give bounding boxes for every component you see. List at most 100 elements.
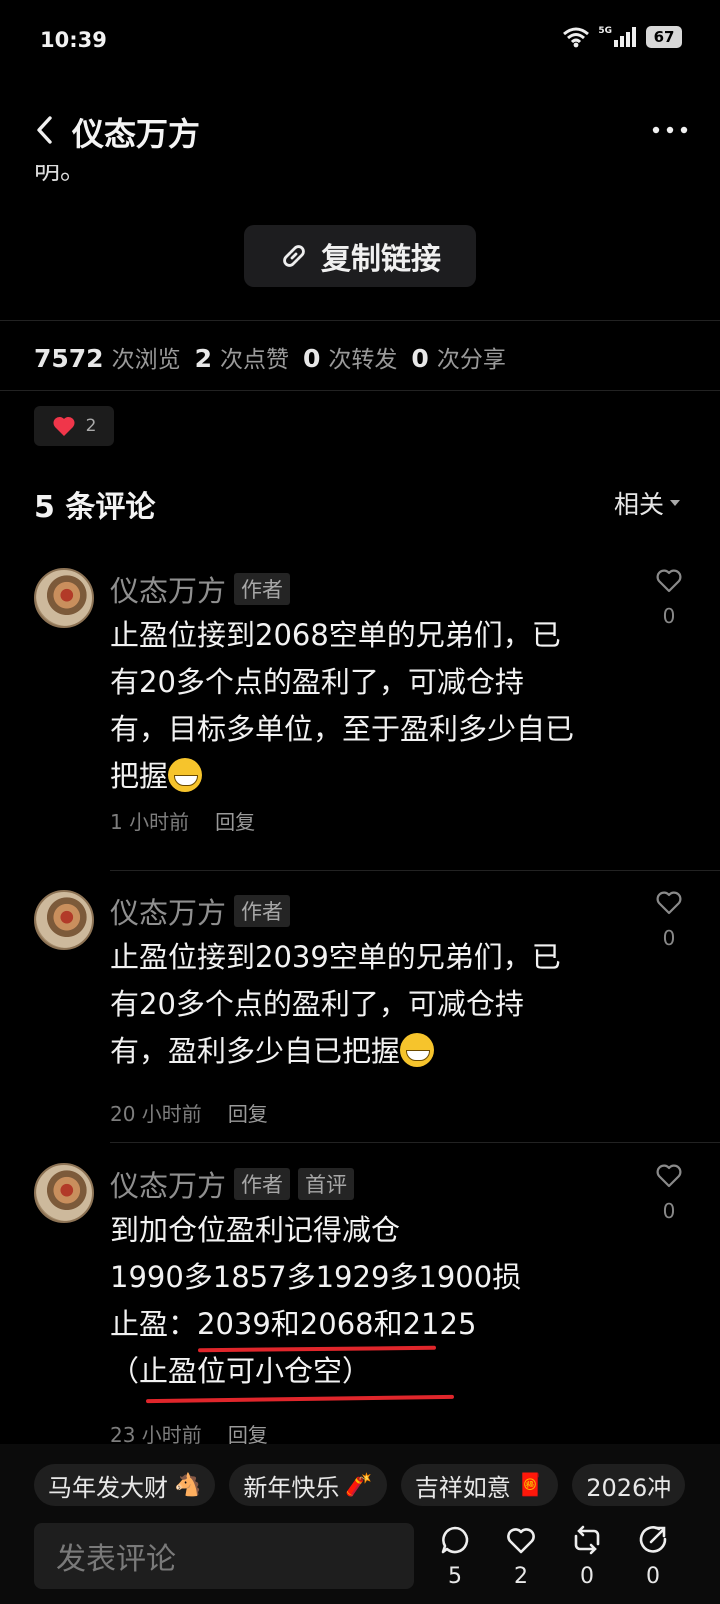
avatar[interactable] bbox=[34, 890, 94, 950]
red-envelope-icon: 🧧 bbox=[516, 1472, 545, 1498]
share-action-count: 0 bbox=[646, 1564, 660, 1589]
like-action-button[interactable]: 2 bbox=[496, 1524, 546, 1589]
quick-reply-chip[interactable]: 吉祥如意 🧧 bbox=[400, 1464, 559, 1506]
comment-like-count: 0 bbox=[662, 604, 676, 628]
more-options-icon[interactable] bbox=[650, 115, 690, 145]
post-stats: 7572 次浏览 2 次点赞 0 次转发 0 次分享 bbox=[34, 340, 520, 374]
share-icon bbox=[639, 1526, 667, 1553]
status-time: 10:39 bbox=[40, 28, 107, 52]
heart-outline-icon bbox=[656, 891, 682, 915]
comment-text: 止盈位接到2039空单的兄弟们，已 有20多个点的盈利了，可减仓持 有，盈利多少… bbox=[110, 934, 630, 1075]
grin-emoji-icon bbox=[400, 1033, 435, 1067]
comment-line: 1990多1857多1929多1900损 bbox=[110, 1260, 522, 1294]
comment-meta: 1 小时前 回复 bbox=[110, 806, 255, 835]
comment-author[interactable]: 仪态万方 bbox=[110, 890, 226, 932]
quick-reply-chip[interactable]: 马年发大财 🐴 bbox=[34, 1464, 216, 1506]
comment-line: （止盈位可小仓空） bbox=[110, 1354, 372, 1388]
chip-label: 吉祥如意 bbox=[414, 1473, 511, 1502]
comment-icon bbox=[441, 1526, 469, 1554]
shares-label: 次分享 bbox=[436, 347, 506, 373]
repost-action-button[interactable]: 0 bbox=[562, 1524, 612, 1589]
avatar[interactable] bbox=[34, 568, 94, 628]
comment-author[interactable]: 仪态万方 bbox=[110, 568, 226, 610]
likes-count: 2 bbox=[194, 344, 212, 373]
reply-button[interactable]: 回复 bbox=[228, 1098, 268, 1127]
battery-icon: 67 bbox=[646, 26, 682, 48]
bottom-comment-bar: 马年发大财 🐴 新年快乐 🧨 吉祥如意 🧧 2026冲 发表评论 5 2 0 0 bbox=[0, 1444, 720, 1604]
first-comment-tag: 首评 bbox=[298, 1168, 355, 1200]
comment-like-button[interactable]: 0 bbox=[654, 1163, 684, 1223]
comment-time: 20 小时前 bbox=[110, 1102, 202, 1126]
reposts-label: 次转发 bbox=[328, 347, 398, 373]
quick-reply-chip[interactable]: 新年快乐 🧨 bbox=[229, 1464, 387, 1506]
author-tag: 作者 bbox=[234, 895, 291, 927]
reply-button[interactable]: 回复 bbox=[215, 806, 255, 835]
comment-input[interactable]: 发表评论 bbox=[34, 1523, 414, 1589]
comment-text: 止盈位接到2068空单的兄弟们，已 有20多个点的盈利了，可减仓持 有，目标多单… bbox=[110, 612, 630, 800]
comment-author[interactable]: 仪态万方 bbox=[110, 1163, 226, 1205]
comment-line: 有，盈利多少自已把握 bbox=[110, 1028, 630, 1075]
comment-like-button[interactable]: 0 bbox=[654, 890, 684, 950]
repost-action-count: 0 bbox=[580, 1564, 594, 1589]
divider bbox=[110, 1142, 720, 1143]
heart-icon bbox=[507, 1528, 535, 1554]
copy-link-button[interactable]: 复制链接 bbox=[244, 225, 476, 287]
repost-icon bbox=[574, 1525, 600, 1555]
comment-line: 止盈位接到2039空单的兄弟们，已 bbox=[110, 940, 561, 974]
grin-emoji-icon bbox=[168, 758, 203, 792]
comment-line: 到加仓位盈利记得减仓 bbox=[110, 1213, 401, 1247]
comment-line: 止盈位接到2068空单的兄弟们，已 bbox=[110, 618, 561, 652]
comment-line: 有，目标多单位，至于盈利多少自已 bbox=[110, 712, 575, 746]
cut-off-text: 明。 bbox=[34, 165, 87, 186]
wifi-icon bbox=[563, 27, 590, 48]
divider bbox=[0, 320, 720, 321]
comment-line: 把握 bbox=[110, 753, 630, 800]
avatar[interactable] bbox=[34, 1163, 94, 1223]
sort-label: 相关 bbox=[613, 490, 664, 519]
sort-dropdown[interactable]: 相关 bbox=[614, 485, 680, 521]
nav-bar: 仪态万方 bbox=[0, 95, 720, 165]
chip-label: 2026冲 bbox=[586, 1473, 672, 1502]
comment-time: 1 小时前 bbox=[110, 810, 190, 834]
heart-outline-icon bbox=[656, 569, 682, 593]
like-chip-count: 2 bbox=[85, 416, 97, 436]
shares-count: 0 bbox=[411, 344, 429, 373]
chip-label: 马年发大财 bbox=[48, 1473, 168, 1502]
caret-down-icon bbox=[670, 500, 680, 506]
firecracker-icon: 🧨 bbox=[345, 1472, 373, 1498]
status-bar: 10:39 5G 67 bbox=[0, 0, 720, 80]
author-tag: 作者 bbox=[234, 1168, 291, 1200]
comment-line-text: 有，盈利多少自已把握 bbox=[110, 1034, 401, 1068]
page-title: 仪态万方 bbox=[72, 115, 201, 153]
comment-text: 到加仓位盈利记得减仓 1990多1857多1929多1900损 止盈：2039和… bbox=[110, 1207, 630, 1395]
comment-like-count: 0 bbox=[662, 1199, 676, 1223]
like-action-count: 2 bbox=[514, 1564, 528, 1589]
heart-outline-icon bbox=[656, 1164, 682, 1188]
comment-line-text: 把握 bbox=[110, 759, 169, 793]
back-arrow-icon[interactable] bbox=[30, 113, 60, 147]
comment-action-button[interactable]: 5 bbox=[430, 1524, 480, 1589]
views-count: 7572 bbox=[34, 344, 104, 373]
comment-header: 仪态万方 作者 首评 bbox=[110, 1163, 355, 1205]
author-tag: 作者 bbox=[234, 573, 291, 605]
comment-meta: 20 小时前 回复 bbox=[110, 1098, 268, 1127]
comment-header: 仪态万方 作者 bbox=[110, 568, 291, 610]
comment-like-button[interactable]: 0 bbox=[654, 568, 684, 628]
status-icons: 5G 67 bbox=[562, 26, 682, 48]
heart-filled-icon bbox=[53, 416, 75, 436]
copy-link-label: 复制链接 bbox=[321, 242, 441, 277]
share-action-button[interactable]: 0 bbox=[628, 1524, 678, 1589]
network-label: 5G bbox=[598, 26, 612, 36]
signal-icon bbox=[614, 27, 636, 47]
chip-label: 新年快乐 bbox=[243, 1473, 340, 1502]
comments-count-title: 5 条评论 bbox=[34, 490, 156, 525]
divider bbox=[0, 390, 720, 391]
comment-line: 有20多个点的盈利了，可减仓持 bbox=[110, 987, 524, 1021]
comment-line: 有20多个点的盈利了，可减仓持 bbox=[110, 665, 524, 699]
link-icon bbox=[283, 245, 305, 267]
red-underline-annotation bbox=[145, 1394, 455, 1404]
like-reaction-chip[interactable]: 2 bbox=[34, 406, 114, 446]
comment-header: 仪态万方 作者 bbox=[110, 890, 291, 932]
comment-line: 止盈：2039和2068和2125 bbox=[110, 1307, 477, 1341]
quick-reply-chip[interactable]: 2026冲 bbox=[572, 1464, 686, 1506]
